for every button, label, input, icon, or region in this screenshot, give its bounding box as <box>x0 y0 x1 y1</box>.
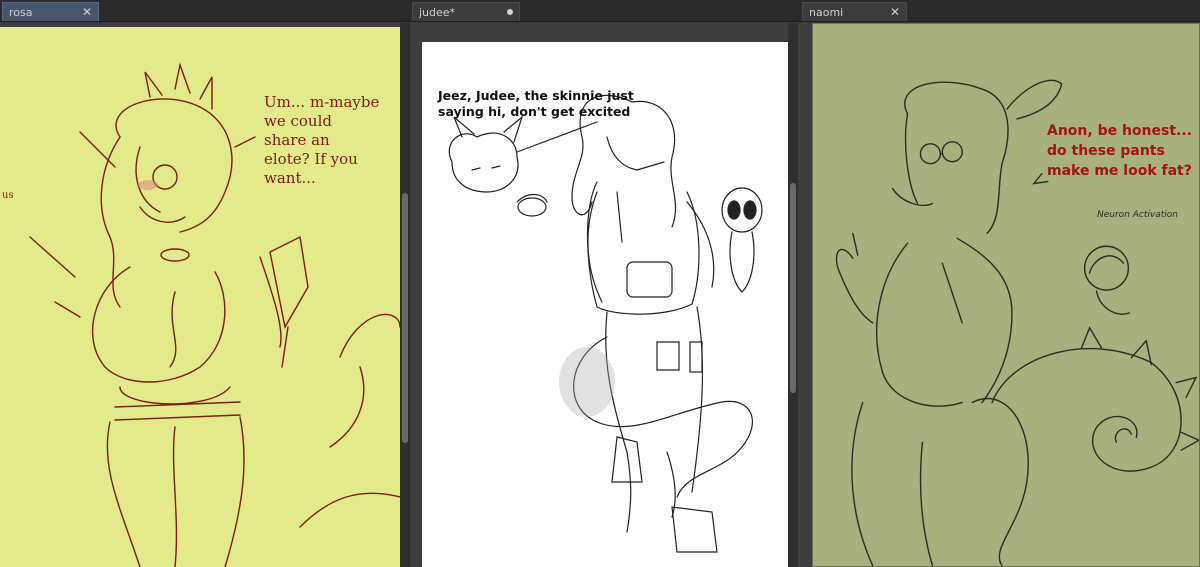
cropped-text-fragment: us <box>2 190 14 201</box>
speech-bubble-text: Jeez, Judee, the skinnie just saying hi,… <box>438 88 634 119</box>
tab-judee[interactable]: judee* <box>412 2 520 21</box>
drawing-canvas[interactable]: Jeez, Judee, the skinnie just saying hi,… <box>422 42 788 567</box>
tab-label: rosa <box>9 5 33 19</box>
tab-naomi[interactable]: naomi ✕ <box>802 2 907 21</box>
tab-rosa[interactable]: rosa ✕ <box>2 2 99 21</box>
scroll-thumb[interactable] <box>790 183 796 393</box>
canvas-pane-rosa: rosa ✕ Um... m-maybe we could share an e… <box>0 0 414 567</box>
annotation-text: Neuron Activation <box>1097 210 1178 220</box>
close-icon[interactable]: ✕ <box>890 5 900 19</box>
vertical-scrollbar[interactable] <box>400 23 410 567</box>
app-window: rosa ✕ Um... m-maybe we could share an e… <box>0 0 1200 567</box>
speech-bubble-text: Um... m-maybe we could share an elote? I… <box>264 93 380 187</box>
unsaved-dot-icon <box>507 9 513 15</box>
tab-bar: rosa ✕ <box>0 0 414 22</box>
tab-label: naomi <box>809 5 844 19</box>
tab-bar: naomi ✕ <box>800 0 1200 22</box>
scroll-thumb[interactable] <box>402 193 408 443</box>
drawing-canvas[interactable]: Um... m-maybe we could share an elote? I… <box>0 27 400 567</box>
sketch-artwork <box>835 79 1199 566</box>
tab-label: judee* <box>419 5 456 19</box>
canvas-pane-judee: judee* Jeez, Judee, the skinnie just say… <box>410 0 800 567</box>
speech-bubble-text: Anon, be honest... do these pants make m… <box>1047 123 1192 179</box>
sketch-artwork <box>448 94 763 553</box>
tab-bar: judee* <box>410 0 800 22</box>
vertical-scrollbar[interactable] <box>788 23 798 567</box>
drawing-canvas[interactable]: Anon, be honest... do these pants make m… <box>812 23 1200 567</box>
canvas-pane-naomi: naomi ✕ Anon, be honest... do these pant… <box>800 0 1200 567</box>
close-icon[interactable]: ✕ <box>82 5 92 19</box>
